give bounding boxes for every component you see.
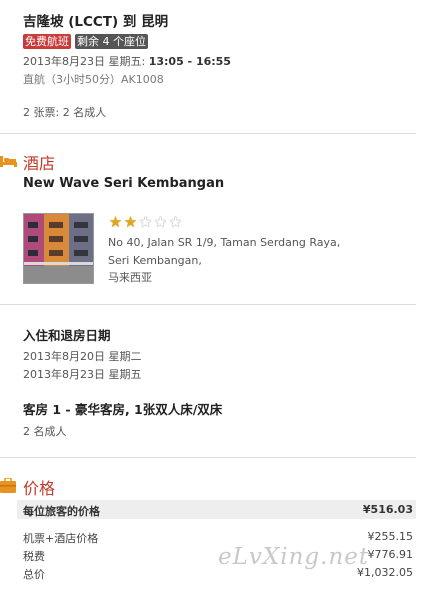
per-person-price-value: ¥516.03 [362,503,413,516]
flight-details: 直航（3小时50分）AK1008 [23,73,164,86]
hotel-photo[interactable] [23,213,94,284]
star-icon: ★ [168,213,183,231]
ticket-count: 2 张票: 2 名成人 [23,106,107,119]
hotel-name[interactable]: New Wave Seri Kembangan [23,176,224,191]
hotel-section-title: 酒店 [23,154,56,173]
hotel-star-rating: ★ ★ ★ ★ ★ [108,212,183,231]
package-price-label: 机票+酒店价格 [23,532,99,545]
checkin-date: 2013年8月20日 星期二 [23,350,142,363]
divider [0,304,416,305]
stay-dates-title: 入住和退房日期 [23,328,111,343]
tax-label: 税费 [23,550,45,563]
star-icon: ★ [123,213,138,231]
flight-time: 13:05 - 16:55 [148,55,231,68]
bed-icon [0,153,17,167]
watermark: eLvXing.net [218,544,370,570]
star-icon: ★ [153,213,168,231]
flight-datetime: 2013年8月23日 星期五: 13:05 - 16:55 [23,53,231,69]
flight-date: 2013年8月23日 星期五: [23,55,149,68]
wallet-icon [0,477,16,493]
divider [0,133,416,134]
room-title: 客房 1 - 豪华客房, 1张双人床/双床 [23,402,223,417]
hotel-country: 马来西亚 [108,271,152,284]
hotel-address-line2: Seri Kembangan, [108,254,202,267]
hotel-address-line1: No 40, Jalan SR 1/9, Taman Serdang Raya, [108,236,341,249]
seats-left-badge: 剩余 4 个座位 [75,34,148,49]
flight-route-title: 吉隆坡 (LCCT) 到 昆明 [23,14,169,30]
total-label: 总价 [23,568,45,581]
package-price-value: ¥255.15 [367,530,414,543]
per-person-price-label: 每位旅客的价格 [23,505,100,518]
star-icon: ★ [138,213,153,231]
promo-badge: 免费航班 [23,34,71,49]
checkout-date: 2013年8月23日 星期五 [23,368,142,381]
star-icon: ★ [108,213,123,231]
divider [0,457,416,458]
room-guests: 2 名成人 [23,425,67,438]
price-section-title: 价格 [23,479,56,498]
